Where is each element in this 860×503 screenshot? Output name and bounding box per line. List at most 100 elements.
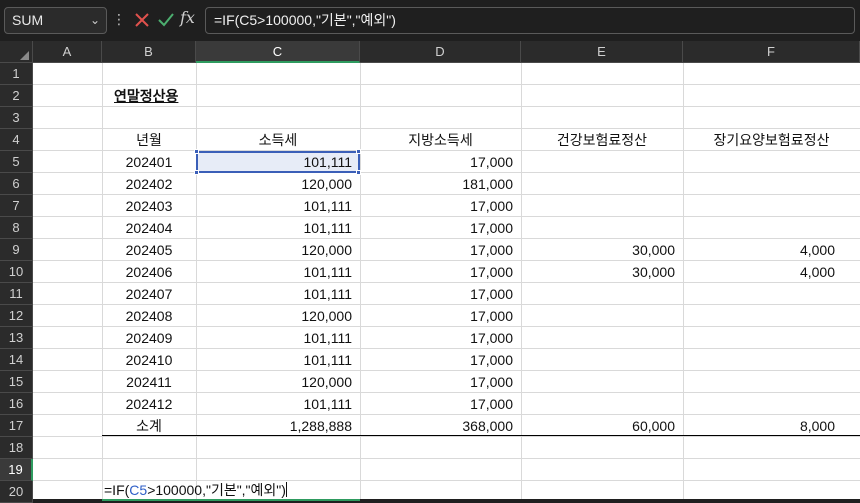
cell-c5[interactable]: 101,111	[196, 151, 360, 173]
cell-c10[interactable]: 101,111	[196, 261, 360, 283]
cell-d6[interactable]: 181,000	[360, 173, 521, 195]
header-yearmonth[interactable]: 년월	[102, 129, 196, 151]
formula-input[interactable]: =IF(C5>100000,"기본","예외")	[205, 7, 855, 34]
cell-c13[interactable]: 101,111	[196, 327, 360, 349]
cell-d14[interactable]: 17,000	[360, 349, 521, 371]
row-header-17[interactable]: 17	[0, 415, 33, 437]
cell-d5[interactable]: 17,000	[360, 151, 521, 173]
sheet-title[interactable]: 연말정산용	[112, 85, 262, 107]
cell-c12[interactable]: 120,000	[196, 305, 360, 327]
cell-f17-total[interactable]: 8,000	[683, 415, 843, 437]
cell-b14[interactable]: 202410	[102, 349, 196, 371]
row-header-3[interactable]: 3	[0, 107, 33, 129]
column-header-a[interactable]: A	[33, 41, 102, 63]
row-header-15[interactable]: 15	[0, 371, 33, 393]
cell-b12[interactable]: 202408	[102, 305, 196, 327]
cell-d12[interactable]: 17,000	[360, 305, 521, 327]
cell-e6[interactable]	[521, 173, 683, 195]
cell-c9[interactable]: 120,000	[196, 239, 360, 261]
cell-b10[interactable]: 202406	[102, 261, 196, 283]
row-header-11[interactable]: 11	[0, 283, 33, 305]
cell-d15[interactable]: 17,000	[360, 371, 521, 393]
cell-e11[interactable]	[521, 283, 683, 305]
cell-e9[interactable]: 30,000	[521, 239, 683, 261]
cell-e7[interactable]	[521, 195, 683, 217]
cell-b9[interactable]: 202405	[102, 239, 196, 261]
row-header-14[interactable]: 14	[0, 349, 33, 371]
row-header-16[interactable]: 16	[0, 393, 33, 415]
cell-d9[interactable]: 17,000	[360, 239, 521, 261]
cell-f13[interactable]	[683, 327, 843, 349]
cell-c14[interactable]: 101,111	[196, 349, 360, 371]
row-header-18[interactable]: 18	[0, 437, 33, 459]
cell-e16[interactable]	[521, 393, 683, 415]
cell-f6[interactable]	[683, 173, 843, 195]
row-header-19[interactable]: 19	[0, 459, 33, 481]
chevron-down-icon[interactable]: ⌄	[90, 8, 100, 33]
cell-f16[interactable]	[683, 393, 843, 415]
cell-d10[interactable]: 17,000	[360, 261, 521, 283]
cell-b13[interactable]: 202409	[102, 327, 196, 349]
cell-c6[interactable]: 120,000	[196, 173, 360, 195]
row-header-6[interactable]: 6	[0, 173, 33, 195]
row-header-13[interactable]: 13	[0, 327, 33, 349]
cell-f14[interactable]	[683, 349, 843, 371]
row-header-12[interactable]: 12	[0, 305, 33, 327]
more-options-icon[interactable]: ⋮	[112, 9, 126, 29]
cell-b7[interactable]: 202403	[102, 195, 196, 217]
cell-b6[interactable]: 202402	[102, 173, 196, 195]
cell-f10[interactable]: 4,000	[683, 261, 843, 283]
name-box[interactable]: SUM ⌄	[4, 7, 107, 34]
cell-e13[interactable]	[521, 327, 683, 349]
cell-c15[interactable]: 120,000	[196, 371, 360, 393]
cell-b11[interactable]: 202407	[102, 283, 196, 305]
cell-c7[interactable]: 101,111	[196, 195, 360, 217]
cell-f15[interactable]	[683, 371, 843, 393]
column-header-f[interactable]: F	[683, 41, 860, 63]
cell-f9[interactable]: 4,000	[683, 239, 843, 261]
row-header-20[interactable]: 20	[0, 481, 33, 503]
cell-f12[interactable]	[683, 305, 843, 327]
cell-f5[interactable]	[683, 151, 843, 173]
cell-c17-total[interactable]: 1,288,888	[196, 415, 360, 437]
cell-d17-total[interactable]: 368,000	[360, 415, 521, 437]
editing-cell-b19[interactable]: =IF(C5>100000,"기본","예외")	[102, 479, 360, 501]
header-health-insurance[interactable]: 건강보험료정산	[521, 129, 683, 151]
row-header-9[interactable]: 9	[0, 239, 33, 261]
row-header-2[interactable]: 2	[0, 85, 33, 107]
column-header-e[interactable]: E	[521, 41, 683, 63]
cell-b8[interactable]: 202404	[102, 217, 196, 239]
cell-e5[interactable]	[521, 151, 683, 173]
header-local-income-tax[interactable]: 지방소득세	[360, 129, 521, 151]
cell-b16[interactable]: 202412	[102, 393, 196, 415]
insert-function-icon[interactable]: fx	[180, 8, 195, 27]
cell-e8[interactable]	[521, 217, 683, 239]
cell-f8[interactable]	[683, 217, 843, 239]
cell-c16[interactable]: 101,111	[196, 393, 360, 415]
header-income-tax[interactable]: 소득세	[196, 129, 360, 151]
cell-area[interactable]: 1 2 3 4 5 6 7 8 9 10 11 12 13 14 15 16 1…	[0, 63, 860, 503]
cell-b15[interactable]: 202411	[102, 371, 196, 393]
editing-cell-formula[interactable]: =IF(C5>100000,"기본","예외")	[104, 479, 287, 501]
cell-e14[interactable]	[521, 349, 683, 371]
cell-d13[interactable]: 17,000	[360, 327, 521, 349]
row-header-1[interactable]: 1	[0, 63, 33, 85]
row-header-4[interactable]: 4	[0, 129, 33, 151]
column-header-b[interactable]: B	[102, 41, 196, 63]
select-all-corner[interactable]	[0, 41, 33, 63]
row-header-7[interactable]: 7	[0, 195, 33, 217]
enter-check-icon[interactable]	[155, 9, 177, 31]
cell-e10[interactable]: 30,000	[521, 261, 683, 283]
header-ltc-insurance[interactable]: 장기요양보험료정산	[683, 129, 860, 151]
cell-e15[interactable]	[521, 371, 683, 393]
cell-e12[interactable]	[521, 305, 683, 327]
cell-c8[interactable]: 101,111	[196, 217, 360, 239]
cell-d8[interactable]: 17,000	[360, 217, 521, 239]
cell-f7[interactable]	[683, 195, 843, 217]
cell-e17-total[interactable]: 60,000	[521, 415, 683, 437]
cell-d11[interactable]: 17,000	[360, 283, 521, 305]
column-header-d[interactable]: D	[360, 41, 521, 63]
cell-c11[interactable]: 101,111	[196, 283, 360, 305]
cell-b17-total-label[interactable]: 소계	[102, 415, 196, 437]
cell-f11[interactable]	[683, 283, 843, 305]
